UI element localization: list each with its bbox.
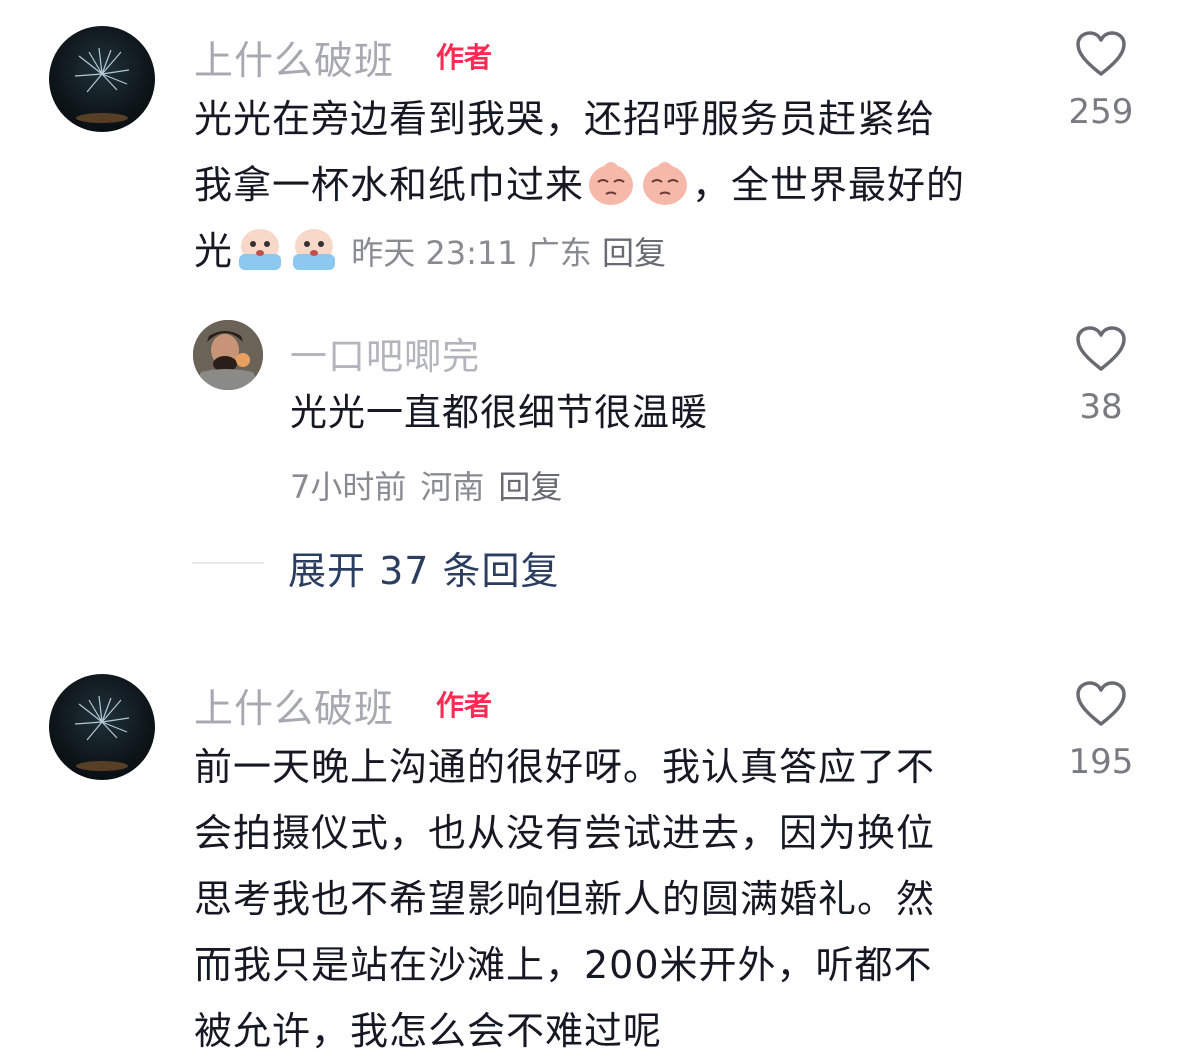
heart-icon <box>1076 31 1126 76</box>
comment-text-line: 我拿一杯水和纸巾过来 ，全世界最好的 <box>194 152 1044 218</box>
comment-text-line: 光 昨天 23:11 广东 回复 <box>194 218 1044 286</box>
like-button[interactable]: 195 <box>1056 680 1146 782</box>
comment-text-line: 前一天晚上沟通的很好呀。我认真答应了不 <box>194 745 936 789</box>
comment-text: 光光一直都很细节很温暖 <box>290 391 708 434</box>
like-button[interactable]: 38 <box>1056 325 1146 427</box>
comment-text-line: 而我只是站在沙滩上，200米开外，听都不 <box>194 943 933 987</box>
reply-button[interactable]: 回复 <box>498 468 562 506</box>
comment-text-line: 光光在旁边看到我哭，还招呼服务员赶紧给 <box>194 97 936 141</box>
avatar[interactable] <box>49 674 155 780</box>
heart-icon <box>1076 681 1126 726</box>
comment-text: 光光在旁边看到我哭，还招呼服务员赶紧给 我拿一杯水和纸巾过来 ，全世界最好的 光 … <box>194 86 1044 286</box>
crying-emoji-icon <box>235 224 285 274</box>
heart-icon <box>1076 326 1126 371</box>
avatar[interactable] <box>49 26 155 132</box>
comment-text: 前一天晚上沟通的很好呀。我认真答应了不 会拍摄仪式，也从没有尝试进去，因为换位 … <box>194 734 1044 1064</box>
author-badge: 作者 <box>436 689 493 722</box>
comment-time: 昨天 23:11 <box>351 234 518 272</box>
comment-author[interactable]: 上什么破班 <box>194 30 394 86</box>
author-badge: 作者 <box>436 41 493 74</box>
pleading-face-emoji-icon <box>586 158 636 208</box>
comment-author[interactable]: 一口吧唧完 <box>290 326 480 380</box>
reply-button[interactable]: 回复 <box>602 234 666 272</box>
comment-text-line: 思考我也不希望影响但新人的圆满婚礼。然 <box>194 877 936 921</box>
crying-emoji-icon <box>289 224 339 274</box>
avatar[interactable] <box>193 320 263 390</box>
comment-author[interactable]: 上什么破班 <box>194 678 394 734</box>
like-count: 259 <box>1068 92 1134 132</box>
comment-text-line: 会拍摄仪式，也从没有尝试进去，因为换位 <box>194 811 936 855</box>
pleading-face-emoji-icon <box>640 158 690 208</box>
like-button[interactable]: 259 <box>1056 30 1146 132</box>
like-count: 195 <box>1068 742 1134 782</box>
comment-time: 7小时前 <box>290 468 407 506</box>
like-count: 38 <box>1079 387 1123 427</box>
divider <box>192 562 264 564</box>
comment-location: 河南 <box>420 468 485 506</box>
comment-meta: 7小时前 河南 回复 <box>290 462 576 508</box>
expand-replies-button[interactable]: 展开 37 条回复 <box>288 540 560 595</box>
comment-location: 广东 <box>527 234 592 272</box>
comment-text-line: 被允许，我怎么会不难过呢 <box>194 1009 663 1053</box>
